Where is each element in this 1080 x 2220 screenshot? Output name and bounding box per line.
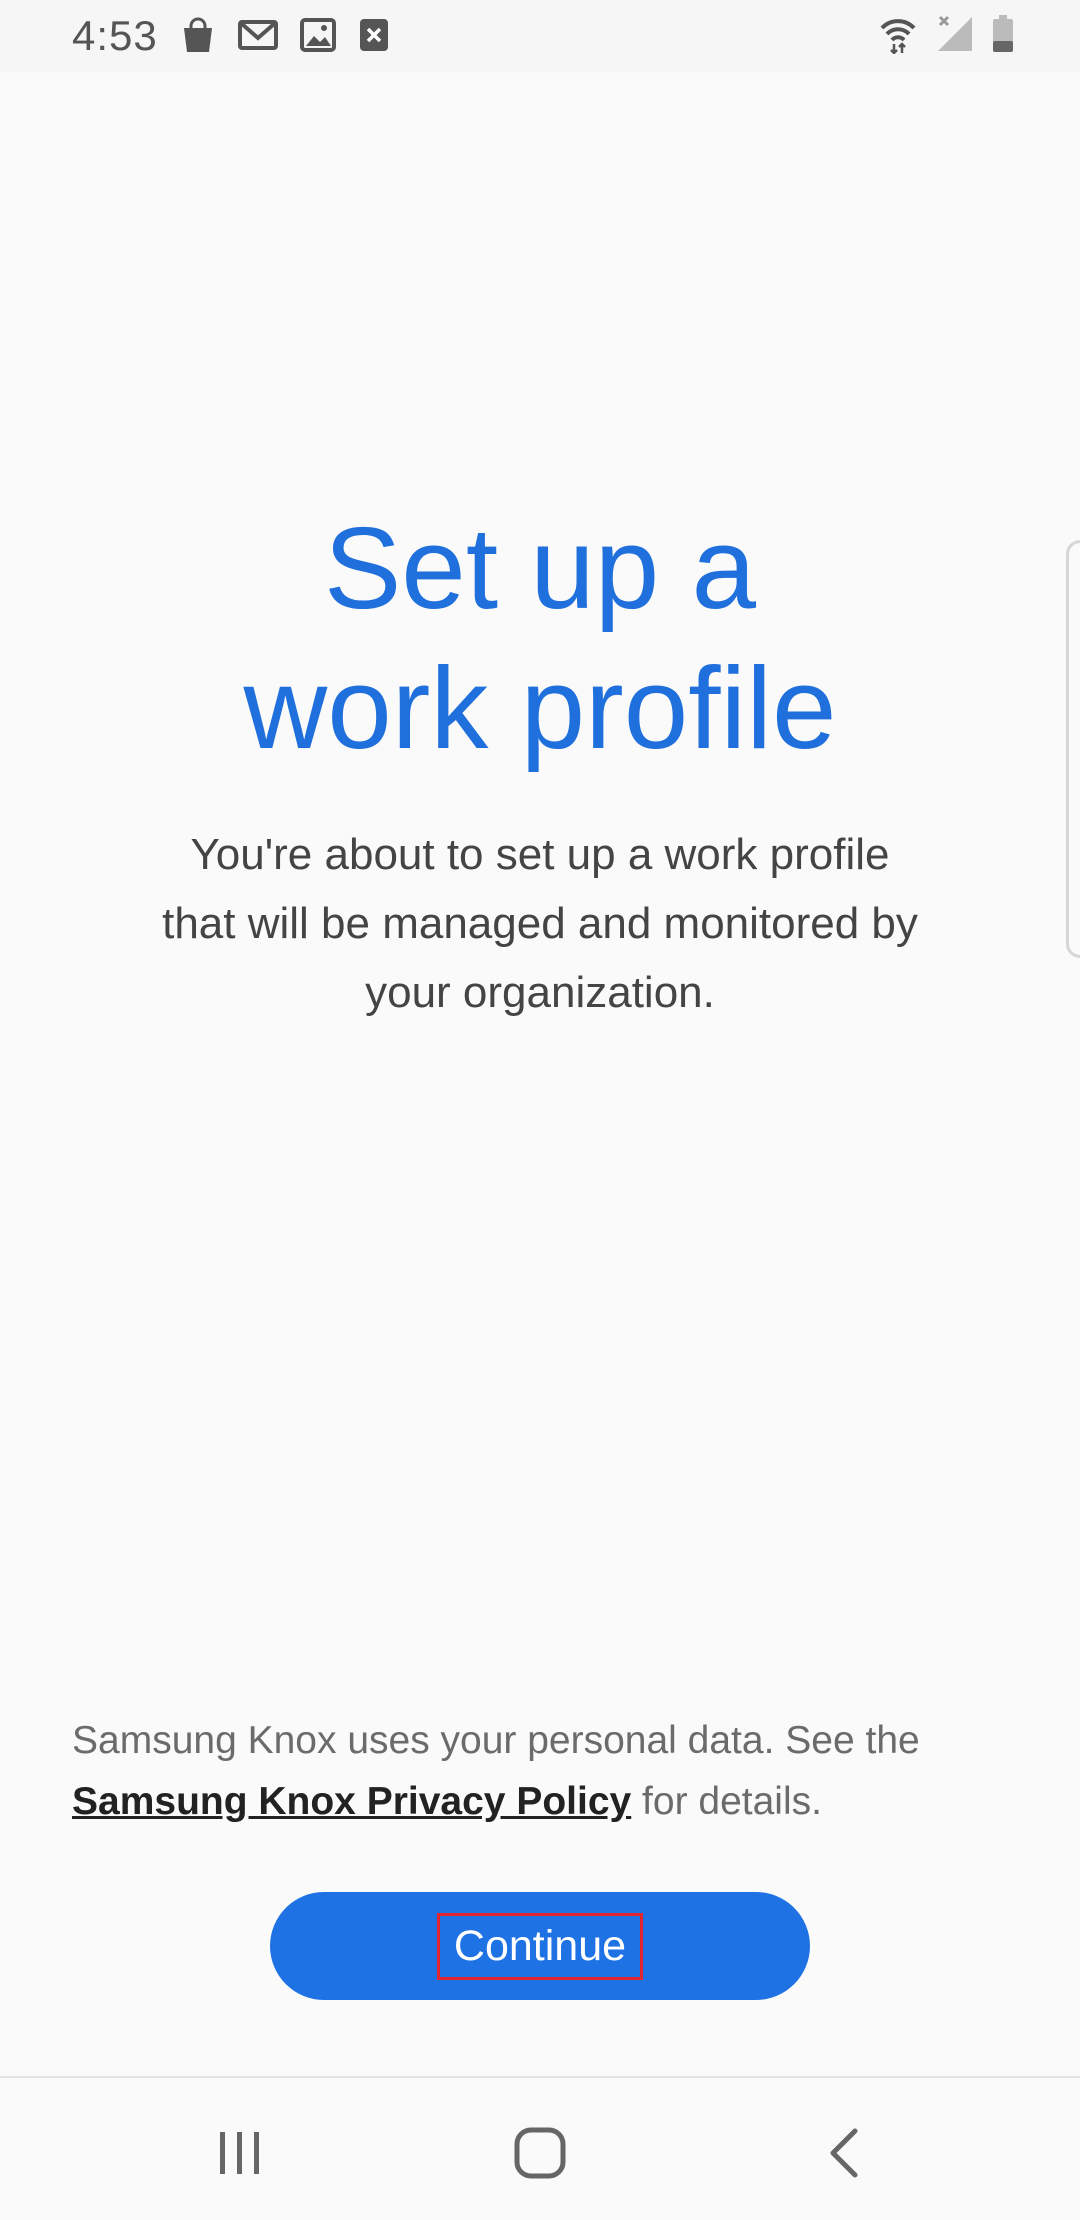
privacy-text-after: for details. bbox=[631, 1780, 822, 1823]
home-icon bbox=[514, 2127, 566, 2179]
status-bar: 4:53 bbox=[0, 0, 1080, 72]
screen: 4:53 Set up a work profile You're about … bbox=[0, 0, 1080, 2220]
battery-icon bbox=[993, 15, 1013, 52]
navigation-bar bbox=[0, 2078, 1080, 2220]
home-button[interactable] bbox=[480, 2108, 600, 2198]
title-line-2: work profile bbox=[243, 643, 837, 773]
recent-apps-button[interactable] bbox=[180, 2108, 300, 2198]
recent-apps-icon bbox=[220, 2132, 259, 2174]
description-text: You're about to set up a work profile th… bbox=[162, 830, 918, 1017]
notification-icons bbox=[180, 16, 390, 54]
continue-button[interactable]: Continue bbox=[270, 1892, 810, 2000]
no-signal-icon bbox=[938, 15, 972, 51]
shopping-bag-icon bbox=[184, 17, 212, 52]
status-time: 4:53 bbox=[72, 12, 158, 59]
page-title: Set up a work profile bbox=[0, 498, 1080, 778]
close-notification-icon bbox=[360, 19, 388, 51]
back-icon bbox=[830, 2128, 858, 2178]
gallery-icon bbox=[300, 18, 336, 52]
back-button[interactable] bbox=[784, 2108, 904, 2198]
gmail-icon bbox=[238, 20, 278, 50]
privacy-policy-link[interactable]: Samsung Knox Privacy Policy bbox=[72, 1780, 631, 1823]
privacy-text-before: Samsung Knox uses your personal data. Se… bbox=[72, 1719, 920, 1762]
title-line-1: Set up a bbox=[323, 503, 757, 633]
system-icons bbox=[878, 14, 1014, 54]
continue-button-label: Continue bbox=[436, 1912, 644, 1980]
privacy-notice: Samsung Knox uses your personal data. Se… bbox=[72, 1710, 972, 1832]
wifi-icon bbox=[880, 19, 916, 54]
